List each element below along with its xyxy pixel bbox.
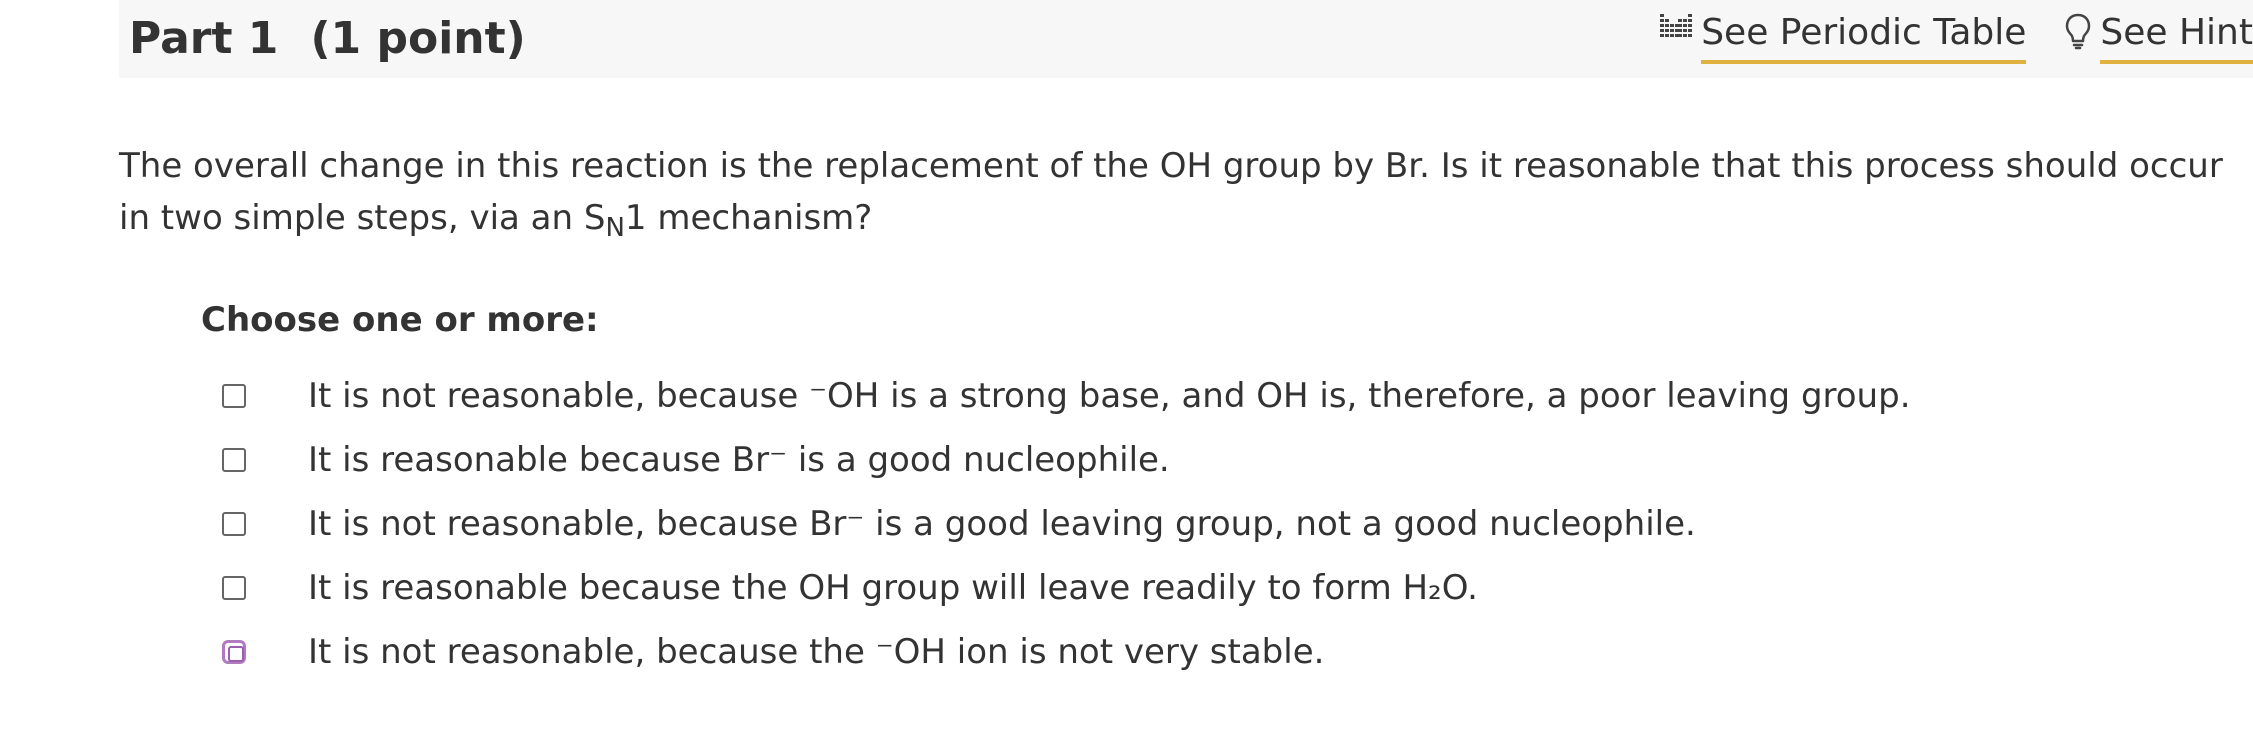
part-title: Part 1 (1 point) — [129, 10, 526, 68]
choose-label: Choose one or more: — [201, 300, 599, 340]
answer-option-label: It is not reasonable, because the ⁻OH io… — [308, 632, 1325, 672]
question-subscript: N — [605, 213, 625, 243]
answer-option[interactable]: It is not reasonable, because ⁻OH is a s… — [222, 364, 1911, 428]
answer-checkbox[interactable] — [222, 384, 246, 408]
part-label: Part 1 — [129, 13, 279, 64]
answer-option-label: It is reasonable because Br⁻ is a good n… — [308, 440, 1170, 480]
periodic-table-icon — [1659, 12, 1693, 42]
answer-option[interactable]: It is not reasonable, because the ⁻OH io… — [222, 620, 1911, 684]
lightbulb-icon — [2064, 12, 2092, 50]
answer-checkbox[interactable] — [222, 448, 246, 472]
answer-option[interactable]: It is not reasonable, because Br⁻ is a g… — [222, 492, 1911, 556]
answer-option-label: It is not reasonable, because Br⁻ is a g… — [308, 504, 1696, 544]
answer-option[interactable]: It is reasonable because the OH group wi… — [222, 556, 1911, 620]
see-periodic-table-link[interactable]: See Periodic Table — [1659, 8, 2027, 64]
answer-checkbox-focused[interactable] — [222, 640, 246, 664]
question-text-main: The overall change in this reaction is t… — [119, 146, 2223, 238]
points-label: (1 point) — [310, 13, 526, 64]
answer-checkbox[interactable] — [222, 576, 246, 600]
header-links: See Periodic Table See Hint — [1659, 8, 2253, 68]
question-text: The overall change in this reaction is t… — [119, 140, 2229, 244]
answer-option[interactable]: It is reasonable because Br⁻ is a good n… — [222, 428, 1911, 492]
question-text-end: 1 mechanism? — [624, 198, 873, 238]
answer-options: It is not reasonable, because ⁻OH is a s… — [222, 364, 1911, 684]
see-hint-link[interactable]: See Hint — [2064, 8, 2253, 64]
part-header: Part 1 (1 point) See Periodic Table See … — [119, 0, 2253, 78]
see-hint-label[interactable]: See Hint — [2100, 8, 2253, 64]
answer-option-label: It is reasonable because the OH group wi… — [308, 568, 1478, 608]
answer-checkbox[interactable] — [222, 512, 246, 536]
see-periodic-table-label[interactable]: See Periodic Table — [1701, 8, 2027, 64]
answer-option-label: It is not reasonable, because ⁻OH is a s… — [308, 376, 1911, 416]
